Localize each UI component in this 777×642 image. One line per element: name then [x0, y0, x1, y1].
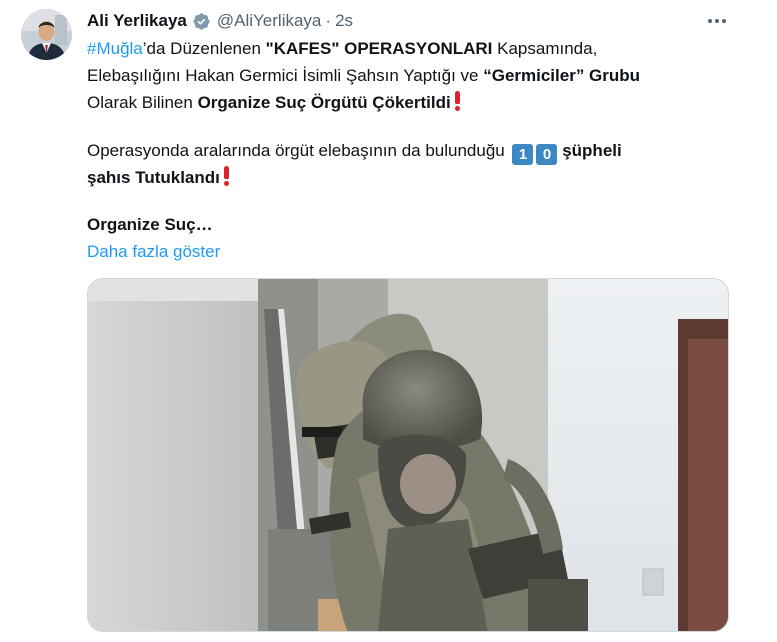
tweet-header: Ali Yerlikaya @AliYerlikaya · 2s	[87, 10, 353, 32]
text-segment: Olarak Bilinen	[87, 93, 198, 112]
bold-segment: şüpheli	[557, 141, 622, 160]
display-name[interactable]: Ali Yerlikaya	[87, 11, 187, 31]
more-horizontal-icon	[708, 19, 712, 23]
verified-badge-icon	[192, 12, 211, 31]
more-options-button[interactable]	[702, 8, 732, 34]
more-dot	[722, 19, 726, 23]
bold-segment: "KAFES" OPERASYONLARI	[265, 39, 493, 58]
text-segment: Operasyonda aralarında örgüt elebaşının …	[87, 141, 510, 160]
tweet-text: #Muğla’da Düzenlenen "KAFES" OPERASYONLA…	[87, 35, 727, 116]
text-segment: ’da Düzenlenen	[142, 39, 266, 58]
bold-segment: “Germiciler” Grubu	[483, 66, 641, 85]
avatar-image	[21, 9, 72, 60]
tweet[interactable]: Ali Yerlikaya @AliYerlikaya · 2s #Muğla’…	[0, 0, 777, 642]
timestamp[interactable]: 2s	[335, 11, 353, 31]
more-dot	[715, 19, 719, 23]
video-thumbnail-image	[88, 279, 728, 631]
show-more-link[interactable]: Daha fazla göster	[87, 242, 220, 261]
tweet-line: Operasyonda aralarında örgüt elebaşının …	[87, 137, 727, 165]
tweet-line: şahıs Tutuklandı	[87, 164, 727, 191]
bold-segment: Organize Suç Örgütü Çökertildi	[197, 93, 451, 112]
keycap-zero-icon: 0	[536, 144, 558, 165]
handle[interactable]: @AliYerlikaya	[217, 11, 322, 31]
avatar[interactable]	[21, 9, 72, 60]
tweet-text-paragraph-3: Organize Suç… Daha fazla göster	[87, 211, 727, 265]
tweet-text-paragraph-2: Operasyonda aralarında örgüt elebaşının …	[87, 137, 727, 191]
red-exclamation-icon	[222, 166, 231, 186]
bold-segment: şahıs Tutuklandı	[87, 168, 220, 187]
tweet-line: Organize Suç…	[87, 211, 727, 238]
keycap-one-icon: 1	[512, 144, 534, 165]
video-thumbnail[interactable]	[87, 278, 729, 632]
text-segment: Kapsamında,	[492, 39, 598, 58]
separator-dot: ·	[325, 11, 332, 30]
tweet-line: Elebaşılığını Hakan Germici İsimli Şahsı…	[87, 62, 727, 89]
tweet-line: #Muğla’da Düzenlenen "KAFES" OPERASYONLA…	[87, 35, 727, 62]
hashtag-link[interactable]: #Muğla	[87, 39, 143, 58]
red-exclamation-icon	[453, 91, 462, 111]
bold-segment: Organize Suç…	[87, 215, 213, 234]
tweet-line: Daha fazla göster	[87, 238, 727, 265]
text-segment: Elebaşılığını Hakan Germici İsimli Şahsı…	[87, 66, 484, 85]
tweet-line: Olarak Bilinen Organize Suç Örgütü Çöker…	[87, 89, 727, 116]
